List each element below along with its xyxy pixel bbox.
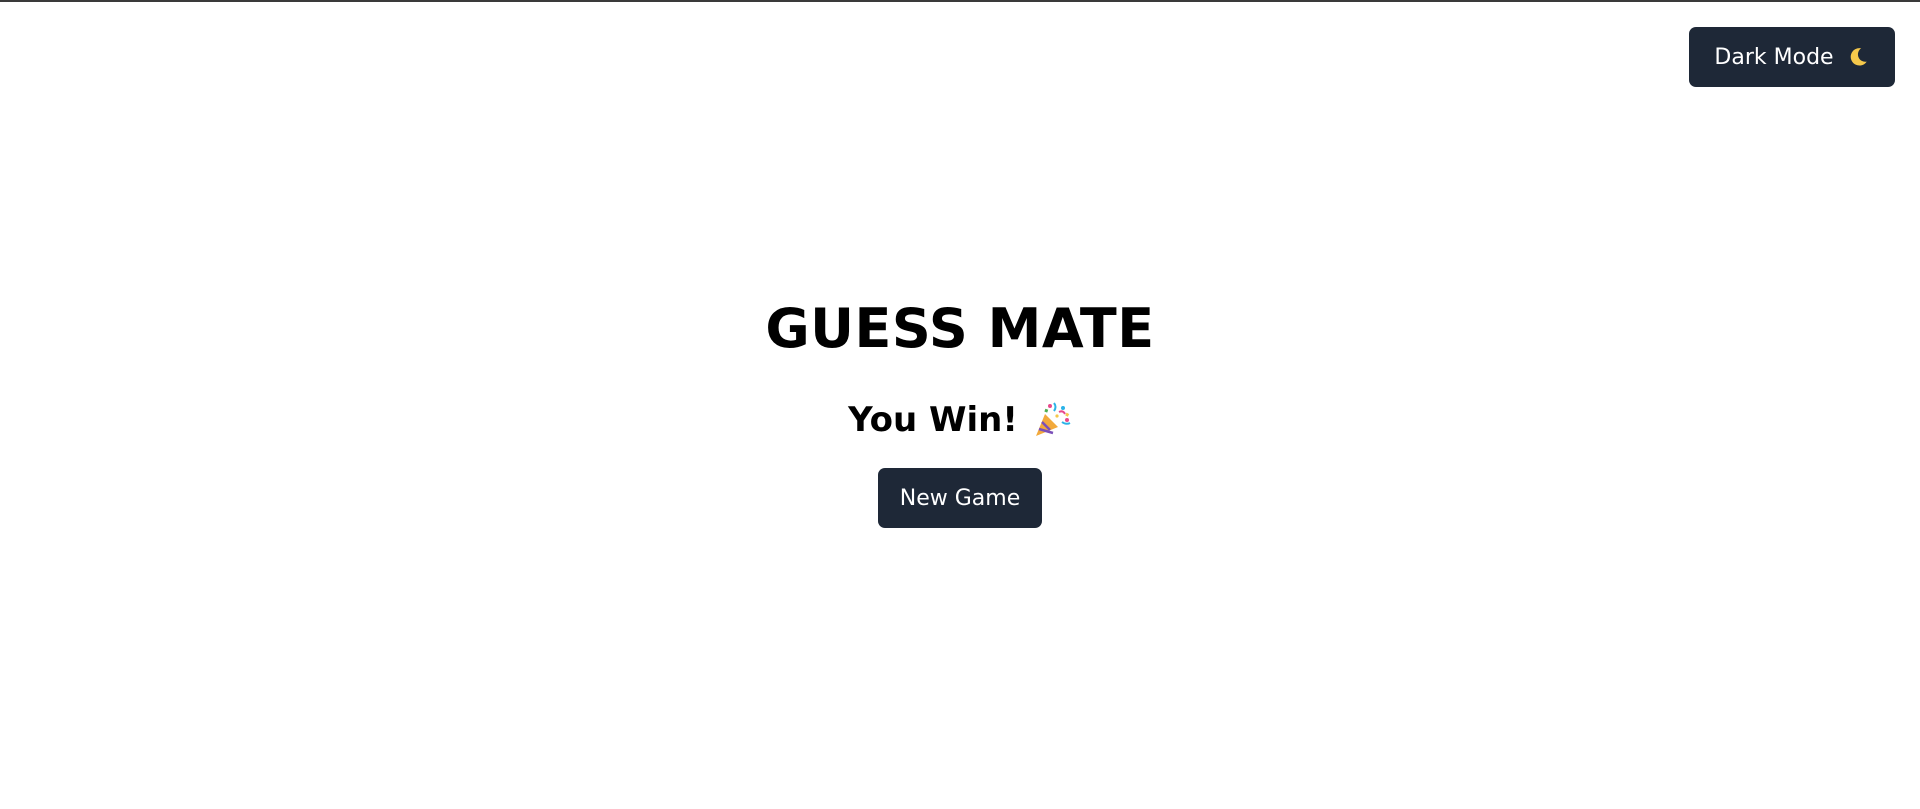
moon-icon <box>1846 45 1870 69</box>
dark-mode-toggle-button[interactable]: Dark Mode <box>1689 27 1895 87</box>
game-result-panel: GUESS MATE You Win! New Game <box>0 292 1920 528</box>
result-text: You Win! <box>848 400 1018 440</box>
party-popper-icon <box>1032 400 1072 440</box>
result-message: You Win! <box>848 398 1072 442</box>
new-game-button[interactable]: New Game <box>878 468 1042 528</box>
game-page: Dark Mode GUESS MATE You Win! New Game <box>0 0 1920 809</box>
dark-mode-label: Dark Mode <box>1714 44 1834 70</box>
page-title: GUESS MATE <box>765 297 1155 360</box>
